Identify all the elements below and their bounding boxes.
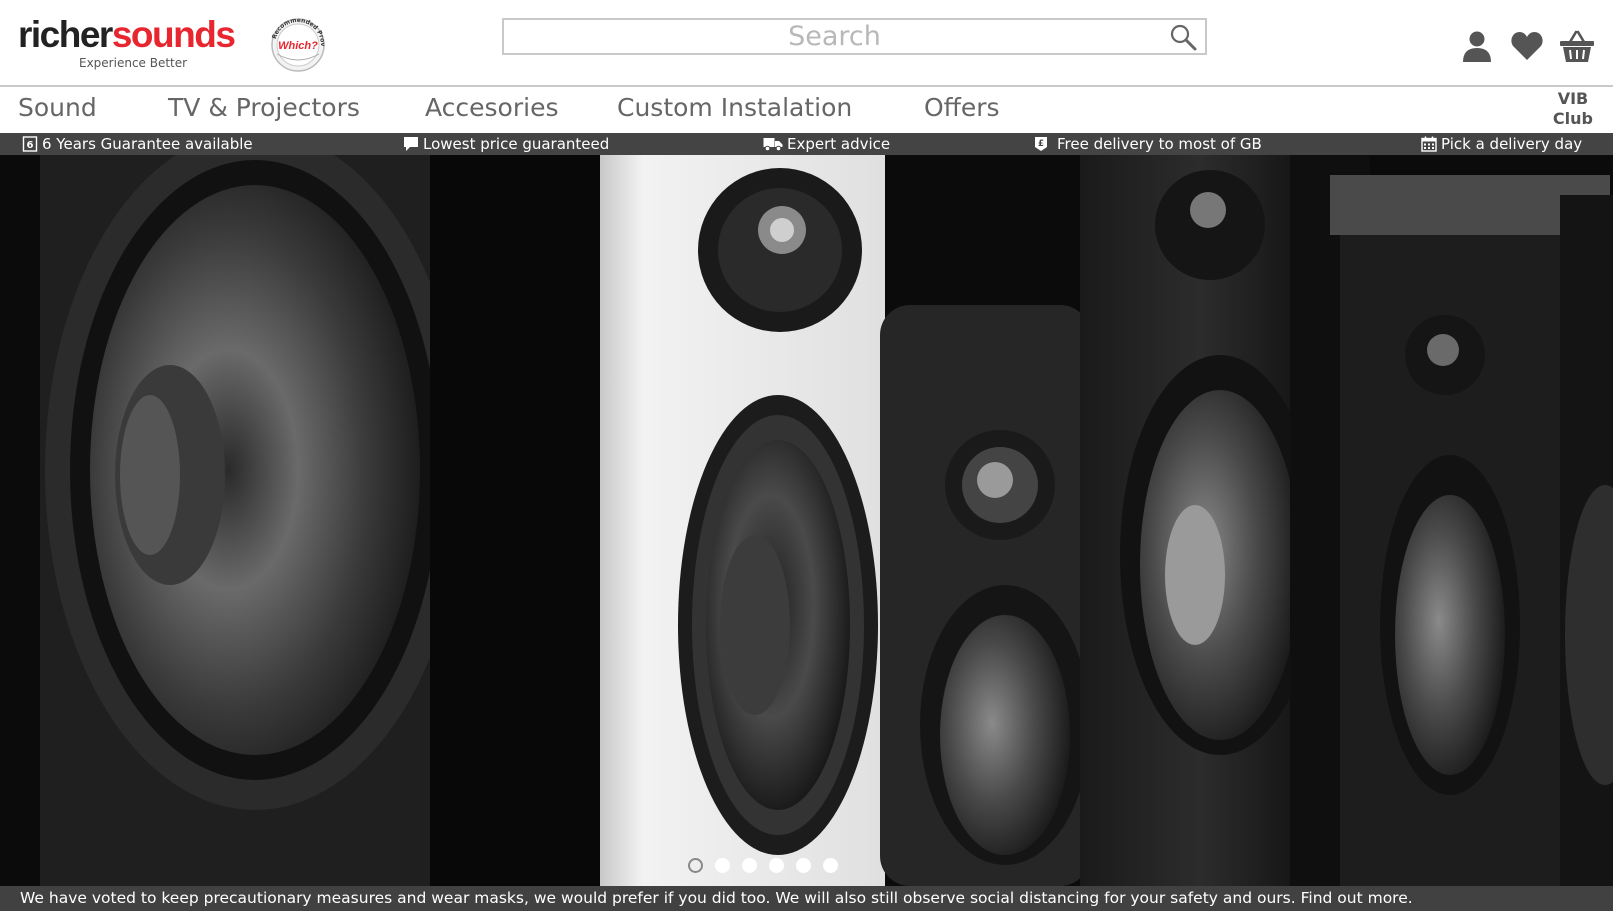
which-badge-icon: Recommended Provider Which?: [261, 13, 326, 72]
site-header: richersounds Experience Better Recommend…: [0, 0, 1613, 87]
carousel-dot-2[interactable]: [715, 858, 730, 873]
search-input[interactable]: [504, 20, 1205, 53]
nav-item-tv-projectors[interactable]: TV & Projectors: [168, 93, 360, 122]
logo-word-sounds: sounds: [111, 14, 236, 55]
heart-icon[interactable]: [1509, 28, 1545, 64]
pound-tag-icon: £: [1035, 137, 1047, 151]
pound-badge-text: £: [1038, 139, 1044, 149]
nav-item-accessories[interactable]: Accesories: [425, 93, 558, 122]
which-recommended-badge: Recommended Provider Which?: [261, 13, 333, 72]
search-bar[interactable]: [502, 18, 1207, 55]
usp-lowest-price-label: Lowest price guaranteed: [423, 135, 610, 153]
user-icon[interactable]: [1459, 28, 1495, 64]
calendar-icon: [1421, 136, 1437, 152]
nav-item-sound[interactable]: Sound: [18, 93, 97, 122]
carousel-dot-4[interactable]: [769, 858, 784, 873]
search-icon[interactable]: [1169, 23, 1197, 51]
truck-icon: [763, 138, 783, 152]
notice-text-wrap: We have voted to keep precautionary meas…: [20, 889, 1413, 907]
carousel-dot-5[interactable]: [796, 858, 811, 873]
vib-label-line1: VIB: [1557, 89, 1589, 108]
usp-bar: 6 6 Years Guarantee available Lowest pri…: [0, 133, 1613, 155]
badge-which-text: Which?: [278, 40, 318, 52]
usp-guarantee-label: 6 Years Guarantee available: [42, 135, 253, 153]
usp-free-delivery-label: Free delivery to most of GB: [1057, 135, 1262, 153]
hero-banner-image[interactable]: [0, 155, 1613, 886]
logo-word-richer: richer: [18, 14, 113, 55]
speakers-photo: [0, 155, 1613, 886]
speech-bubble-icon: [404, 137, 418, 151]
carousel-dots: [688, 858, 838, 874]
notice-text: We have voted to keep precautionary meas…: [20, 889, 1296, 907]
vib-label-line2: Club: [1552, 109, 1593, 128]
nav-item-custom-installation[interactable]: Custom Instalation: [617, 93, 852, 122]
usp-expert-advice-label: Expert advice: [787, 135, 891, 153]
usp-lowest-price[interactable]: Lowest price guaranteed: [403, 135, 609, 153]
main-navigation: Sound TV & Projectors Accesories Custom …: [0, 87, 1613, 133]
covid-notice-bar: We have voted to keep precautionary meas…: [0, 886, 1613, 911]
nav-item-offers[interactable]: Offers: [924, 93, 1000, 122]
guarantee-icon: 6: [22, 136, 38, 152]
logo-tagline: Experience Better: [79, 56, 188, 70]
richer-sounds-logo[interactable]: richersounds Experience Better: [18, 16, 248, 72]
guarantee-badge-text: 6: [27, 140, 34, 151]
carousel-dot-3[interactable]: [742, 858, 757, 873]
usp-delivery-day[interactable]: Pick a delivery day: [1421, 135, 1582, 153]
usp-delivery-day-label: Pick a delivery day: [1441, 135, 1583, 153]
carousel-dot-1[interactable]: [688, 858, 703, 873]
header-icon-group: [1459, 28, 1595, 64]
basket-icon[interactable]: [1559, 28, 1595, 64]
usp-expert-advice[interactable]: Expert advice: [763, 135, 890, 153]
logo-wordmark: richersounds: [18, 16, 248, 53]
nav-item-vib-club[interactable]: VIB Club: [1553, 89, 1593, 129]
find-out-more-link[interactable]: Find out more.: [1301, 889, 1413, 907]
usp-free-delivery[interactable]: £ Free delivery to most of GB: [1033, 135, 1262, 153]
carousel-dot-6[interactable]: [823, 858, 838, 873]
usp-guarantee[interactable]: 6 6 Years Guarantee available: [22, 135, 253, 153]
